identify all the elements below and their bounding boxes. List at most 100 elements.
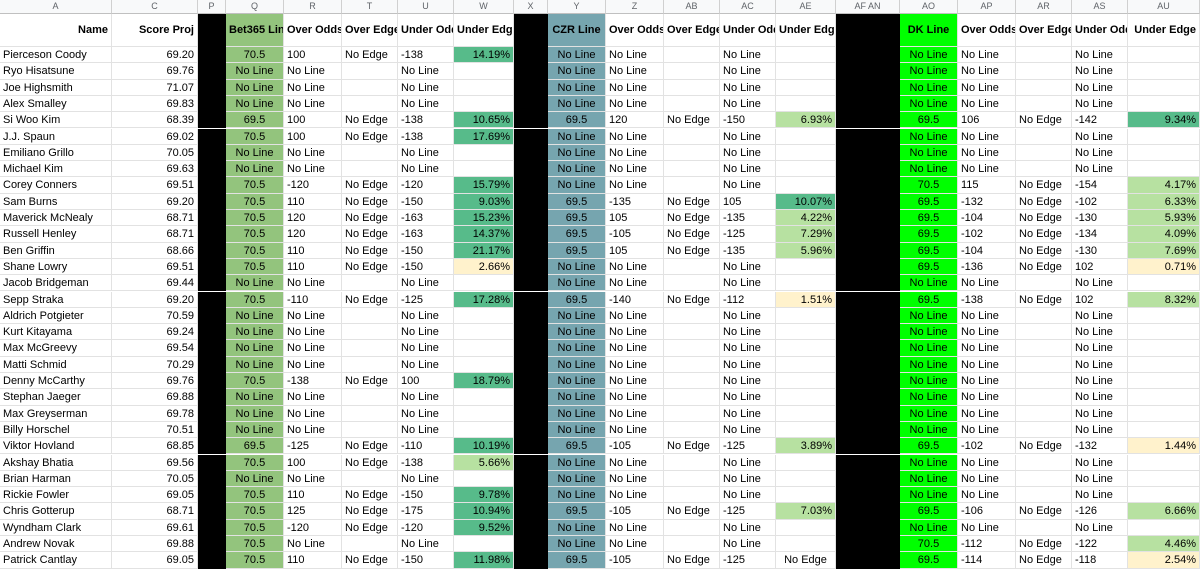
cell-b2[interactable]: No Edge (342, 226, 398, 243)
player-name-cell[interactable]: Aldrich Potgieter (0, 307, 112, 325)
cell-b3[interactable]: -150 (398, 487, 454, 504)
cell-c2[interactable] (664, 324, 720, 341)
cell-d3[interactable]: -130 (1072, 210, 1128, 227)
cell-c3[interactable]: No Line (720, 324, 776, 341)
cell-d2[interactable] (1016, 421, 1072, 439)
cell-b0[interactable]: 70.5 (226, 291, 284, 308)
cell-c3[interactable]: No Line (720, 63, 776, 80)
cell-d2[interactable] (1016, 63, 1072, 80)
score-proj-cell[interactable]: 69.56 (112, 454, 198, 471)
score-proj-cell[interactable]: 69.51 (112, 258, 198, 276)
spacer-cell[interactable] (514, 63, 548, 80)
cell-b3[interactable]: -163 (398, 226, 454, 243)
cell-b3[interactable]: -150 (398, 552, 454, 569)
cell-c1[interactable]: No Line (606, 356, 664, 373)
cell-c4[interactable] (776, 421, 836, 439)
cell-b2[interactable] (342, 405, 398, 422)
cell-d3[interactable]: No Line (1072, 63, 1128, 80)
cell-c1[interactable]: No Line (606, 536, 664, 553)
cell-c1[interactable]: No Line (606, 79, 664, 96)
cell-d4[interactable] (1128, 128, 1200, 145)
cell-c2[interactable] (664, 340, 720, 357)
score-proj-cell[interactable]: 69.44 (112, 275, 198, 292)
player-name-cell[interactable]: Viktor Hovland (0, 438, 112, 455)
cell-b2[interactable]: No Edge (342, 258, 398, 276)
cell-b2[interactable] (342, 324, 398, 341)
column-letter-ar[interactable]: AR (1016, 0, 1072, 14)
cell-d1[interactable]: No Line (958, 47, 1016, 64)
spacer-cell[interactable] (836, 324, 900, 341)
cell-c2[interactable] (664, 470, 720, 488)
cell-b1[interactable]: -120 (284, 519, 342, 536)
cell-d4[interactable] (1128, 389, 1200, 406)
spacer-cell[interactable] (198, 63, 226, 80)
cell-d1[interactable]: No Line (958, 470, 1016, 488)
cell-d0[interactable]: 69.5 (900, 503, 958, 520)
spacer-cell[interactable] (836, 454, 900, 471)
cell-d1[interactable]: No Line (958, 275, 1016, 292)
score-proj-cell[interactable]: 69.20 (112, 47, 198, 64)
cell-b4[interactable] (454, 161, 514, 178)
cell-c0[interactable]: 69.5 (548, 552, 606, 569)
cell-c2[interactable] (664, 275, 720, 292)
spacer-column[interactable] (514, 14, 548, 47)
cell-d0[interactable]: 69.5 (900, 242, 958, 259)
cell-c1[interactable]: No Line (606, 340, 664, 357)
cell-b0[interactable]: No Line (226, 389, 284, 406)
cell-d1[interactable]: -104 (958, 242, 1016, 259)
cell-b4[interactable]: 11.98% (454, 552, 514, 569)
spacer-cell[interactable] (514, 258, 548, 276)
player-name-cell[interactable]: Matti Schmid (0, 356, 112, 373)
cell-d4[interactable]: 6.66% (1128, 503, 1200, 520)
cell-c1[interactable]: No Line (606, 47, 664, 64)
cell-b0[interactable]: No Line (226, 405, 284, 422)
cell-b1[interactable]: 110 (284, 552, 342, 569)
cell-c0[interactable]: No Line (548, 405, 606, 422)
spacer-cell[interactable] (836, 470, 900, 488)
cell-d4[interactable] (1128, 487, 1200, 504)
spacer-cell[interactable] (514, 307, 548, 325)
spacer-cell[interactable] (514, 47, 548, 64)
player-name-cell[interactable]: Maverick McNealy (0, 210, 112, 227)
cell-b4[interactable] (454, 144, 514, 162)
cell-c2[interactable] (664, 79, 720, 96)
cell-d1[interactable]: -106 (958, 503, 1016, 520)
cell-c4[interactable] (776, 340, 836, 357)
spacer-cell[interactable] (198, 503, 226, 520)
header-c1[interactable]: Over Odds (606, 14, 664, 47)
spacer-cell[interactable] (836, 438, 900, 455)
column-letter-t[interactable]: T (342, 0, 398, 14)
spacer-cell[interactable] (514, 291, 548, 308)
cell-b3[interactable]: No Line (398, 470, 454, 488)
header-b4[interactable]: Under Edge (454, 14, 514, 47)
spacer-cell[interactable] (836, 226, 900, 243)
cell-b4[interactable]: 9.52% (454, 519, 514, 536)
cell-b2[interactable] (342, 421, 398, 439)
cell-b4[interactable]: 10.94% (454, 503, 514, 520)
player-name-cell[interactable]: Chris Gotterup (0, 503, 112, 520)
player-name-cell[interactable]: Jacob Bridgeman (0, 275, 112, 292)
cell-d4[interactable] (1128, 519, 1200, 536)
spacer-cell[interactable] (198, 177, 226, 194)
cell-c3[interactable]: No Line (720, 95, 776, 113)
cell-d2[interactable] (1016, 454, 1072, 471)
cell-d0[interactable]: No Line (900, 63, 958, 80)
spacer-cell[interactable] (198, 373, 226, 390)
cell-c1[interactable]: 105 (606, 210, 664, 227)
cell-c3[interactable]: -125 (720, 438, 776, 455)
cell-d3[interactable]: No Line (1072, 161, 1128, 178)
player-name-cell[interactable]: Corey Conners (0, 177, 112, 194)
cell-c2[interactable] (664, 373, 720, 390)
spacer-cell[interactable] (514, 454, 548, 471)
player-name-cell[interactable]: Ben Griffin (0, 242, 112, 259)
column-letter-y[interactable]: Y (548, 0, 606, 14)
spacer-cell[interactable] (836, 128, 900, 145)
spacer-cell[interactable] (198, 487, 226, 504)
cell-c0[interactable]: No Line (548, 63, 606, 80)
spacer-cell[interactable] (836, 307, 900, 325)
player-name-cell[interactable]: Joe Highsmith (0, 79, 112, 96)
cell-d4[interactable]: 7.69% (1128, 242, 1200, 259)
cell-c2[interactable] (664, 405, 720, 422)
cell-b2[interactable]: No Edge (342, 193, 398, 210)
cell-b3[interactable]: -120 (398, 177, 454, 194)
